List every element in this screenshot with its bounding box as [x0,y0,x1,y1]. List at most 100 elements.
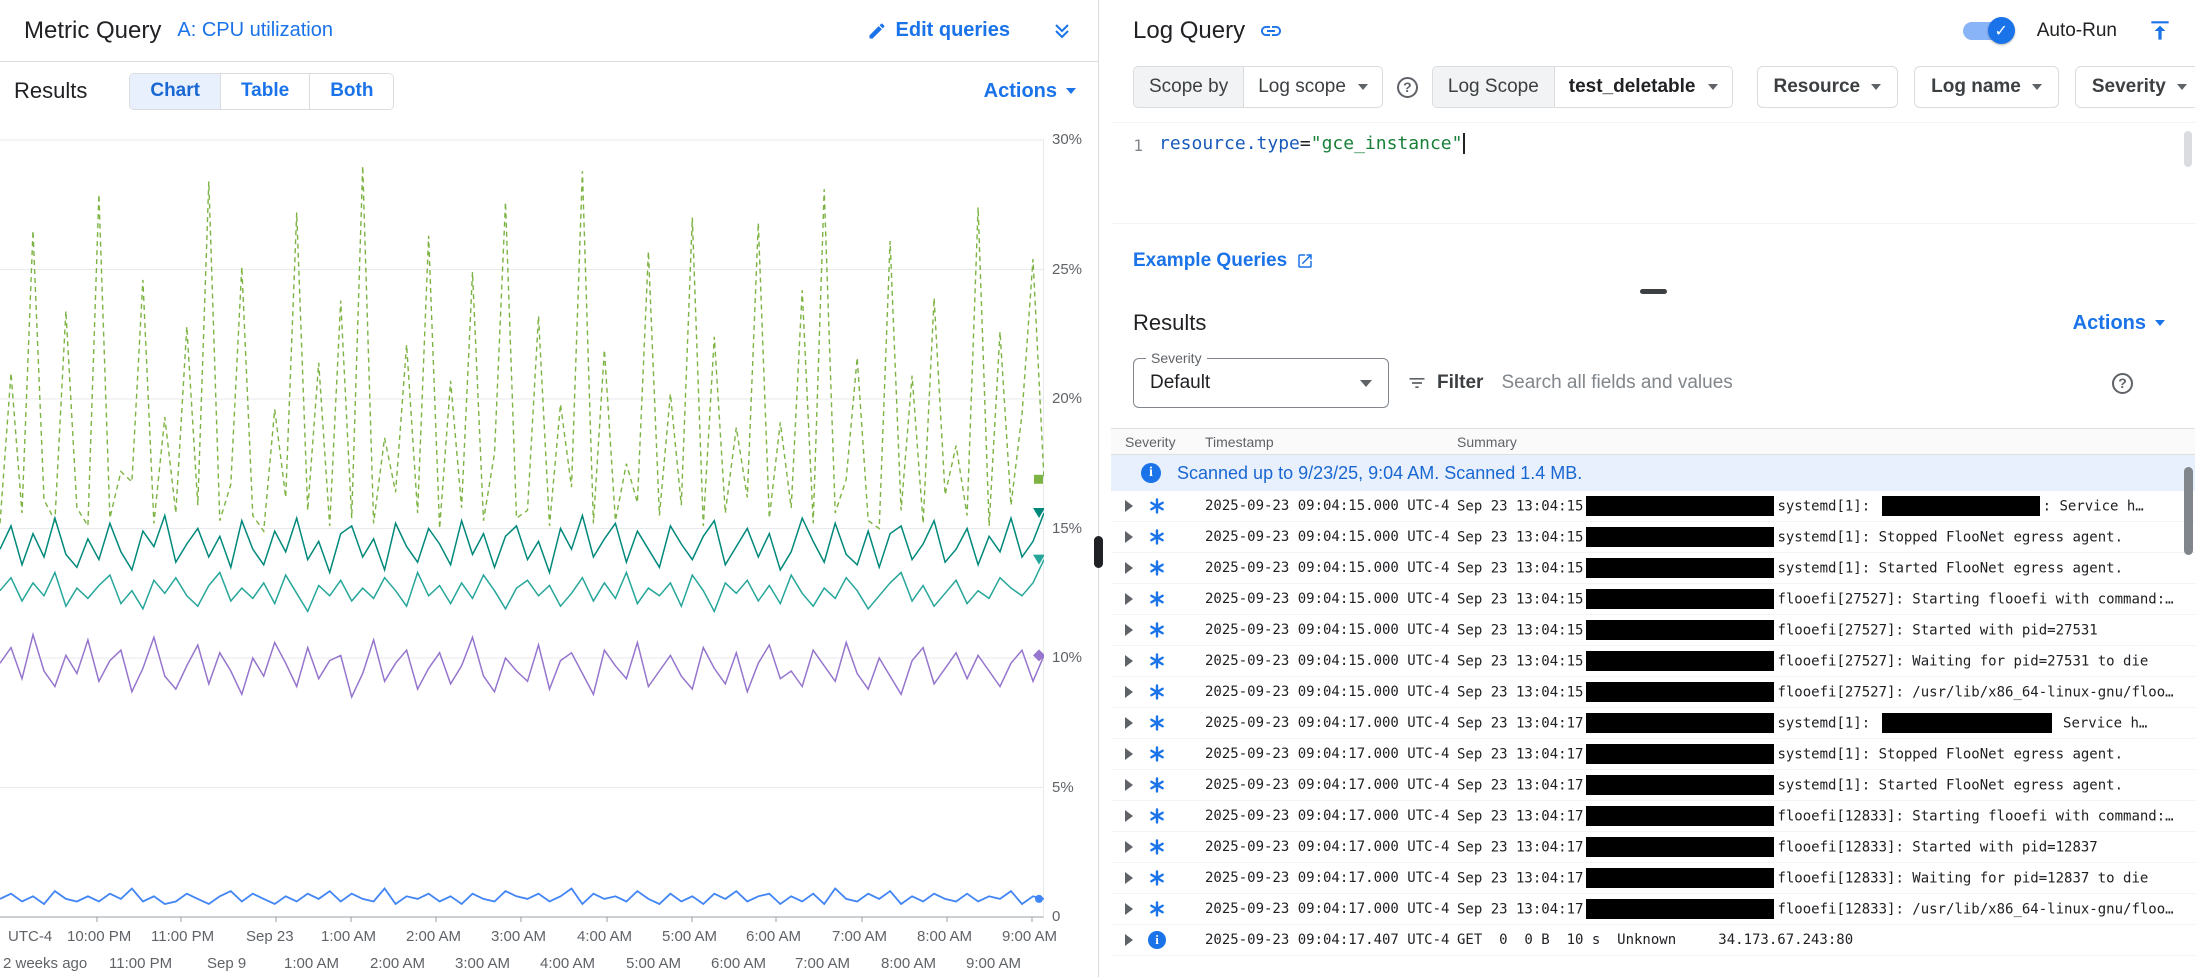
log-scope-dropdown[interactable]: Log Scope test_deletable [1432,66,1733,108]
chip-severity[interactable]: Severity [2075,66,2195,108]
row-head [1125,498,1205,514]
log-row[interactable]: 2025-09-23 09:04:17.000 UTC-4Sep 23 13:0… [1111,739,2195,770]
log-summary: Sep 23 13:04:17flooefi[12833]: Starting … [1457,806,2195,827]
severity-default-icon [1147,498,1167,514]
x-tick-label: 5:00 AM [662,928,717,945]
y-tick-label: 10% [1052,649,1082,666]
log-row[interactable]: 2025-09-23 09:04:15.000 UTC-4Sep 23 13:0… [1111,491,2195,522]
redacted-block [1882,713,2052,733]
log-query-panel: Log Query ✓ Auto-Run Scope by Log scope … [1111,0,2195,977]
log-row[interactable]: 2025-09-23 09:04:15.000 UTC-4Sep 23 13:0… [1111,615,2195,646]
log-timestamp: 2025-09-23 09:04:17.000 UTC-4 [1205,777,1457,793]
expand-chevron-icon[interactable] [1125,872,1133,884]
metric-actions-button[interactable]: Actions [984,80,1076,103]
tab-table[interactable]: Table [220,74,309,109]
info-icon: i [1141,463,1161,483]
x-tick-label: 7:00 AM [832,928,887,945]
log-results-title: Results [1133,310,1206,336]
example-queries-link[interactable]: Example Queries [1133,250,1314,272]
results-scrollbar-thumb[interactable] [2184,467,2193,555]
log-query-toolbar: Scope by Log scope ? Log Scope test_dele… [1111,62,2195,122]
cpu-utilization-chart[interactable]: 30%25%20%15%10%5%0 UTC-410:00 PM11:00 PM… [0,120,1098,977]
search-help-icon[interactable]: ? [2112,373,2133,394]
tab-chart[interactable]: Chart [130,74,220,109]
filter-label: Filter [1437,372,1483,394]
chevron-down-icon [1360,380,1372,387]
edit-queries-button[interactable]: Edit queries [867,19,1010,42]
x-tick-label: 5:00 AM [626,955,681,972]
chip-resource[interactable]: Resource [1757,66,1899,108]
expand-chevron-icon[interactable] [1125,748,1133,760]
chip-log-name[interactable]: Log name [1914,66,2059,108]
chevron-down-icon [2155,320,2165,326]
x-tick-label: 9:00 AM [966,955,1021,972]
query-a-cpu-utilization-link[interactable]: A: CPU utilization [177,19,333,42]
row-head [1125,684,1205,700]
chevron-down-icon [1708,84,1718,90]
log-timestamp: 2025-09-23 09:04:15.000 UTC-4 [1205,653,1457,669]
log-query-editor[interactable]: 1 resource.type="gce_instance" [1111,122,2195,224]
tab-both[interactable]: Both [309,74,393,109]
severity-select-value: Default [1150,372,1360,394]
log-row[interactable]: 2025-09-23 09:04:15.000 UTC-4Sep 23 13:0… [1111,584,2195,615]
expand-chevron-icon[interactable] [1125,779,1133,791]
expand-chevron-icon[interactable] [1125,624,1133,636]
log-row[interactable]: 2025-09-23 09:04:15.000 UTC-4Sep 23 13:0… [1111,522,2195,553]
chart-plot-area[interactable] [0,120,1044,977]
log-row[interactable]: 2025-09-23 09:04:15.000 UTC-4Sep 23 13:0… [1111,646,2195,677]
link-icon[interactable] [1259,19,1283,43]
y-tick-label: 0 [1052,908,1060,925]
code-field: resource.type [1159,133,1300,154]
severity-default-icon [1147,622,1167,638]
log-row[interactable]: 2025-09-23 09:04:15.000 UTC-4Sep 23 13:0… [1111,553,2195,584]
splitter-drag-handle[interactable] [1640,289,1667,294]
log-actions-button[interactable]: Actions [2073,312,2165,335]
panel-resize-handle[interactable] [1094,536,1103,568]
column-header-severity: Severity [1125,434,1205,450]
log-summary: Sep 23 13:04:15flooefi[27527]: Started w… [1457,620,2195,641]
log-row[interactable]: 2025-09-23 09:04:17.000 UTC-4Sep 23 13:0… [1111,708,2195,739]
log-row[interactable]: 2025-09-23 09:04:17.000 UTC-4Sep 23 13:0… [1111,801,2195,832]
log-row[interactable]: i2025-09-23 09:04:17.407 UTC-4GET 0 0 B … [1111,925,2195,956]
expand-chevron-icon[interactable] [1125,593,1133,605]
x-tick-label: 3:00 AM [491,928,546,945]
log-row[interactable]: 2025-09-23 09:04:17.000 UTC-4Sep 23 13:0… [1111,832,2195,863]
filter-button[interactable]: Filter [1407,372,1483,394]
expand-chevron-icon[interactable] [1125,531,1133,543]
scope-by-dropdown[interactable]: Scope by Log scope [1133,66,1383,108]
log-scope-label: Log Scope [1433,67,1555,107]
redacted-block [1586,744,1774,764]
scan-status-text: Scanned up to 9/23/25, 9:04 AM. Scanned … [1177,463,1582,484]
editor-scrollbar-thumb[interactable] [2184,131,2192,167]
y-tick-label: 25% [1052,261,1082,278]
log-row[interactable]: 2025-09-23 09:04:17.000 UTC-4Sep 23 13:0… [1111,863,2195,894]
redacted-block [1586,620,1774,640]
query-code-line[interactable]: resource.type="gce_instance" [1159,133,1465,223]
search-input[interactable]: Search all fields and values [1501,372,2094,394]
row-head [1125,653,1205,669]
expand-chevron-icon[interactable] [1125,686,1133,698]
expand-chevron-icon[interactable] [1125,810,1133,822]
log-row[interactable]: 2025-09-23 09:04:15.000 UTC-4Sep 23 13:0… [1111,677,2195,708]
redacted-block [1586,868,1774,888]
log-summary: Sep 23 13:04:15systemd[1]: Stopped FlooN… [1457,527,2195,548]
expand-chevron-icon[interactable] [1125,500,1133,512]
log-rows-list: 2025-09-23 09:04:15.000 UTC-4Sep 23 13:0… [1111,491,2195,977]
expand-chevron-icon[interactable] [1125,717,1133,729]
row-head [1125,901,1205,917]
expand-chevron-icon[interactable] [1125,562,1133,574]
severity-select[interactable]: Severity Default [1133,358,1389,408]
double-chevron-down-icon[interactable] [1050,19,1074,43]
expand-chevron-icon[interactable] [1125,903,1133,915]
collapse-panel-icon[interactable] [2147,18,2173,44]
expand-chevron-icon[interactable] [1125,934,1133,946]
scope-help-icon[interactable]: ? [1397,77,1418,98]
expand-chevron-icon[interactable] [1125,655,1133,667]
auto-run-toggle[interactable]: ✓ [1963,19,2013,43]
log-row[interactable]: 2025-09-23 09:04:17.000 UTC-4Sep 23 13:0… [1111,894,2195,925]
log-scope-value: test_deletable [1569,76,1696,98]
log-timestamp: 2025-09-23 09:04:15.000 UTC-4 [1205,684,1457,700]
expand-chevron-icon[interactable] [1125,841,1133,853]
log-row[interactable]: 2025-09-23 09:04:17.000 UTC-4Sep 23 13:0… [1111,770,2195,801]
editor-results-splitter [1111,282,2195,300]
